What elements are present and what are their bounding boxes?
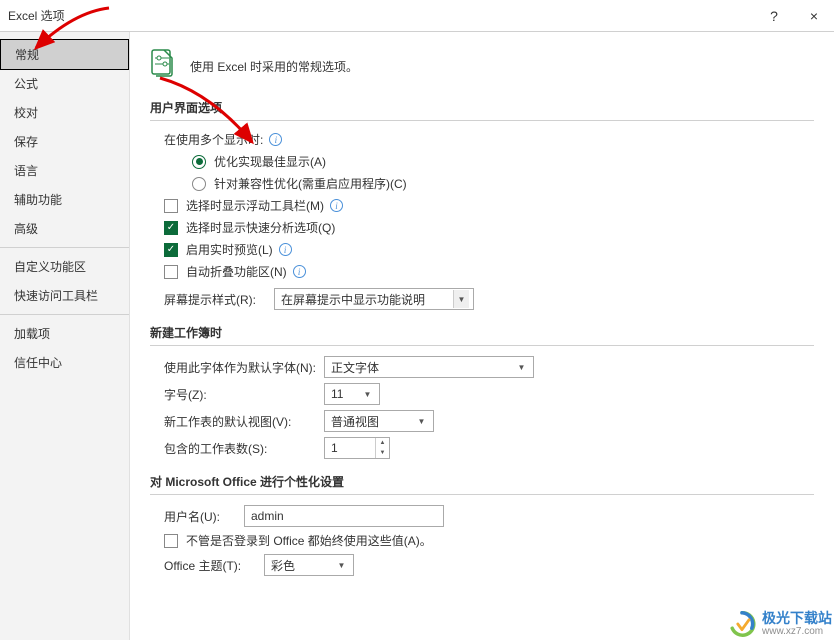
sidebar-separator <box>0 314 129 315</box>
chevron-down-icon: ▼ <box>513 358 529 376</box>
sidebar-item-3[interactable]: 保存 <box>0 127 129 156</box>
checkbox-mini-toolbar[interactable] <box>164 199 178 213</box>
default-view-label: 新工作表的默认视图(V): <box>164 413 324 430</box>
sidebar-item-11[interactable]: 加载项 <box>0 319 129 348</box>
options-header-icon <box>150 48 178 85</box>
spinner-buttons[interactable]: ▲▼ <box>375 438 389 458</box>
close-button[interactable]: × <box>794 0 834 32</box>
font-size-label: 字号(Z): <box>164 386 324 403</box>
info-icon[interactable]: i <box>269 133 282 146</box>
font-size-dropdown[interactable]: 11 ▼ <box>324 383 380 405</box>
checkbox-always-use-values-label: 不管是否登录到 Office 都始终使用这些值(A)。 <box>186 532 432 549</box>
divider <box>150 494 814 495</box>
watermark-name: 极光下载站 <box>762 611 832 626</box>
checkbox-live-preview-label: 启用实时预览(L) <box>186 241 273 258</box>
default-font-label: 使用此字体作为默认字体(N): <box>164 359 324 376</box>
sheet-count-label: 包含的工作表数(S): <box>164 440 324 457</box>
checkbox-quick-analysis[interactable] <box>164 221 178 235</box>
checkbox-auto-collapse-label: 自动折叠功能区(N) <box>186 263 287 280</box>
sidebar-item-2[interactable]: 校对 <box>0 98 129 127</box>
radio-compat[interactable] <box>192 177 206 191</box>
sidebar-item-1[interactable]: 公式 <box>0 69 129 98</box>
checkbox-live-preview[interactable] <box>164 243 178 257</box>
info-icon[interactable]: i <box>293 265 306 278</box>
username-label: 用户名(U): <box>164 508 244 525</box>
radio-best-display[interactable] <box>192 155 206 169</box>
window-title: Excel 选项 <box>8 7 65 24</box>
watermark: 极光下载站 www.xz7.com <box>728 610 832 638</box>
multi-display-label: 在使用多个显示时: <box>164 131 263 148</box>
office-theme-label: Office 主题(T): <box>164 557 264 574</box>
checkbox-mini-toolbar-label: 选择时显示浮动工具栏(M) <box>186 197 324 214</box>
default-view-dropdown[interactable]: 普通视图 ▼ <box>324 410 434 432</box>
section-personalize: 对 Microsoft Office 进行个性化设置 <box>150 473 814 490</box>
divider <box>150 120 814 121</box>
sidebar-item-4[interactable]: 语言 <box>0 156 129 185</box>
username-input[interactable]: admin <box>244 505 444 527</box>
help-button[interactable]: ? <box>754 0 794 32</box>
screentip-style-dropdown[interactable]: 在屏幕提示中显示功能说明 ▼ <box>274 288 474 310</box>
sidebar-separator <box>0 247 129 248</box>
section-new-workbook: 新建工作簿时 <box>150 324 814 341</box>
sidebar-item-5[interactable]: 辅助功能 <box>0 185 129 214</box>
info-icon[interactable]: i <box>330 199 343 212</box>
screentip-style-label: 屏幕提示样式(R): <box>164 291 274 308</box>
checkbox-always-use-values[interactable] <box>164 534 178 548</box>
section-ui-options: 用户界面选项 <box>150 99 814 116</box>
watermark-logo-icon <box>728 610 756 638</box>
chevron-down-icon: ▼ <box>413 412 429 430</box>
sidebar-item-6[interactable]: 高级 <box>0 214 129 243</box>
sidebar-item-0[interactable]: 常规 <box>0 39 129 70</box>
chevron-down-icon: ▼ <box>333 556 349 574</box>
header-text: 使用 Excel 时采用的常规选项。 <box>190 58 358 75</box>
divider <box>150 345 814 346</box>
sidebar-item-9[interactable]: 快速访问工具栏 <box>0 281 129 310</box>
watermark-url: www.xz7.com <box>762 626 832 637</box>
checkbox-auto-collapse[interactable] <box>164 265 178 279</box>
chevron-down-icon: ▼ <box>453 290 469 308</box>
office-theme-dropdown[interactable]: 彩色 ▼ <box>264 554 354 576</box>
sidebar-item-8[interactable]: 自定义功能区 <box>0 252 129 281</box>
radio-compat-label: 针对兼容性优化(需重启应用程序)(C) <box>214 175 407 192</box>
main-panel: 使用 Excel 时采用的常规选项。 用户界面选项 在使用多个显示时: i 优化… <box>130 32 834 640</box>
sheet-count-spinner[interactable]: 1 ▲▼ <box>324 437 390 459</box>
radio-best-display-label: 优化实现最佳显示(A) <box>214 153 326 170</box>
sidebar-item-12[interactable]: 信任中心 <box>0 348 129 377</box>
info-icon[interactable]: i <box>279 243 292 256</box>
sidebar: 常规公式校对保存语言辅助功能高级自定义功能区快速访问工具栏加载项信任中心 <box>0 32 130 640</box>
chevron-down-icon: ▼ <box>359 385 375 403</box>
default-font-dropdown[interactable]: 正文字体 ▼ <box>324 356 534 378</box>
checkbox-quick-analysis-label: 选择时显示快速分析选项(Q) <box>186 219 335 236</box>
